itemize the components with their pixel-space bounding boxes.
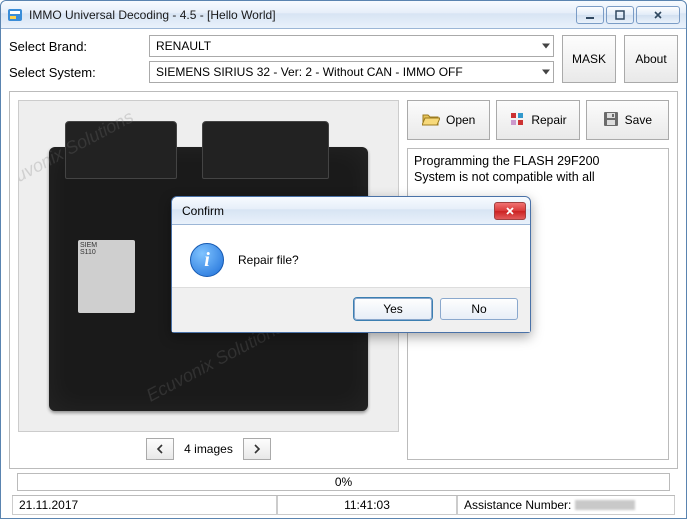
repair-label: Repair <box>531 113 566 127</box>
assistance-number-redacted <box>575 500 635 510</box>
system-label: Select System: <box>9 65 149 80</box>
selector-row: Select Brand: RENAULT Select System: SIE… <box>9 35 678 83</box>
ecu-connector-graphic <box>202 121 329 179</box>
next-image-button[interactable] <box>243 438 271 460</box>
prev-image-button[interactable] <box>146 438 174 460</box>
titlebar: IMMO Universal Decoding - 4.5 - [Hello W… <box>1 1 686 29</box>
mask-button[interactable]: MASK <box>562 35 616 83</box>
brand-value: RENAULT <box>156 39 211 53</box>
dialog-yes-button[interactable]: Yes <box>354 298 432 320</box>
image-nav: 4 images <box>18 438 399 460</box>
ecu-label-line: SIEM <box>80 242 133 249</box>
image-count: 4 images <box>184 442 233 456</box>
dialog-message: Repair file? <box>238 253 299 267</box>
save-icon <box>603 111 619 130</box>
save-button[interactable]: Save <box>586 100 669 140</box>
repair-button[interactable]: Repair <box>496 100 579 140</box>
minimize-button[interactable] <box>576 6 604 24</box>
log-line: Programming the FLASH 29F200 <box>414 153 662 169</box>
ecu-label-line: S110 <box>80 249 133 256</box>
status-date: 21.11.2017 <box>12 496 277 515</box>
window-title: IMMO Universal Decoding - 4.5 - [Hello W… <box>29 8 576 22</box>
repair-icon <box>509 111 525 130</box>
dialog-close-button[interactable] <box>494 202 526 220</box>
progress-text: 0% <box>335 475 352 489</box>
folder-open-icon <box>422 112 440 129</box>
info-icon: i <box>190 243 224 277</box>
status-time: 11:41:03 <box>277 496 457 515</box>
brand-label: Select Brand: <box>9 39 149 54</box>
ecu-connector-graphic <box>65 121 176 179</box>
progress-bar: 0% <box>17 473 670 491</box>
save-label: Save <box>625 113 652 127</box>
system-value: SIEMENS SIRIUS 32 - Ver: 2 - Without CAN… <box>156 65 463 79</box>
action-row: Open Repair Save <box>407 100 669 140</box>
chevron-down-icon <box>542 44 550 49</box>
status-bar: 21.11.2017 11:41:03 Assistance Number: <box>12 495 675 515</box>
open-label: Open <box>446 113 475 127</box>
chevron-down-icon <box>542 70 550 75</box>
main-window: IMMO Universal Decoding - 4.5 - [Hello W… <box>0 0 687 519</box>
about-button[interactable]: About <box>624 35 678 83</box>
status-assistance: Assistance Number: <box>457 496 675 515</box>
dialog-title: Confirm <box>182 204 494 218</box>
dialog-footer: Yes No <box>172 287 530 332</box>
ecu-label-sticker: SIEM S110 <box>78 240 135 314</box>
dialog-body: i Repair file? <box>172 225 530 287</box>
open-button[interactable]: Open <box>407 100 490 140</box>
confirm-dialog: Confirm i Repair file? Yes No <box>171 196 531 333</box>
window-buttons <box>576 6 680 24</box>
dialog-no-button[interactable]: No <box>440 298 518 320</box>
system-line: Select System: SIEMENS SIRIUS 32 - Ver: … <box>9 61 554 83</box>
maximize-button[interactable] <box>606 6 634 24</box>
assistance-label: Assistance Number: <box>464 498 571 512</box>
dialog-titlebar: Confirm <box>172 197 530 225</box>
selector-column: Select Brand: RENAULT Select System: SIE… <box>9 35 554 83</box>
system-combo[interactable]: SIEMENS SIRIUS 32 - Ver: 2 - Without CAN… <box>149 61 554 83</box>
app-icon <box>7 7 23 23</box>
brand-combo[interactable]: RENAULT <box>149 35 554 57</box>
close-button[interactable] <box>636 6 680 24</box>
brand-line: Select Brand: RENAULT <box>9 35 554 57</box>
log-line: System is not compatible with all <box>414 169 662 185</box>
